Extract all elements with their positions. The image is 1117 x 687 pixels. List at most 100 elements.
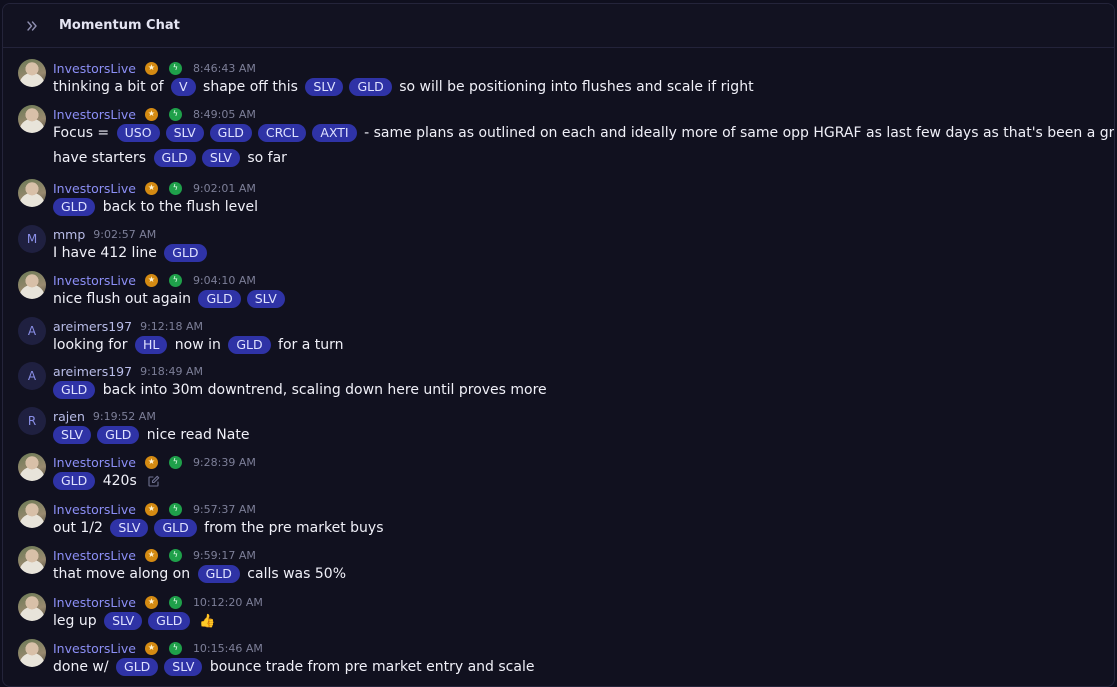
text-segment: nice read Nate bbox=[142, 427, 250, 443]
message-text: GLD back to the flush level bbox=[53, 196, 258, 218]
text-segment: have starters bbox=[53, 150, 151, 166]
star-badge-icon: ★ bbox=[144, 641, 158, 655]
chevrons-right-icon[interactable] bbox=[22, 16, 42, 36]
ticker-tag[interactable]: GLD bbox=[349, 78, 392, 96]
ticker-tag[interactable]: GLD bbox=[164, 244, 207, 262]
text-segment: so will be positioning into flushes and … bbox=[394, 79, 754, 95]
bolt-badge-icon: ϟ bbox=[168, 107, 182, 121]
bolt-badge-icon: ϟ bbox=[168, 181, 182, 195]
message-meta: InvestorsLive ★ ϟ 9:28:39 AM bbox=[53, 453, 256, 471]
ticker-tag[interactable]: V bbox=[171, 78, 196, 96]
text-segment: from the pre market buys bbox=[199, 520, 384, 536]
avatar[interactable] bbox=[18, 59, 46, 87]
ticker-tag[interactable]: AXTI bbox=[312, 124, 357, 142]
ticker-tag[interactable]: GLD bbox=[97, 426, 140, 444]
ticker-tag[interactable]: GLD bbox=[53, 472, 96, 490]
ticker-tag[interactable]: USO bbox=[116, 124, 160, 142]
avatar[interactable] bbox=[18, 593, 46, 621]
message-list[interactable]: InvestorsLive ★ ϟ 8:46:43 AM thinking a bit … bbox=[3, 48, 1114, 686]
ticker-tag[interactable]: GLD bbox=[154, 519, 197, 537]
ticker-tag[interactable]: GLD bbox=[228, 336, 271, 354]
username[interactable]: InvestorsLive bbox=[53, 107, 136, 122]
message-meta: InvestorsLive ★ ϟ 8:46:43 AM bbox=[53, 59, 256, 77]
username[interactable]: areimers197 bbox=[53, 319, 132, 334]
chat-header: Momentum Chat bbox=[3, 4, 1114, 48]
thumbs-up-icon: 👍 bbox=[199, 613, 216, 629]
message-meta: InvestorsLive ★ ϟ 9:04:10 AM bbox=[53, 271, 256, 289]
edit-icon[interactable] bbox=[147, 474, 161, 488]
avatar[interactable]: A bbox=[18, 362, 46, 390]
username[interactable]: InvestorsLive bbox=[53, 455, 136, 470]
username[interactable]: InvestorsLive bbox=[53, 181, 136, 196]
avatar[interactable]: R bbox=[18, 407, 46, 435]
username[interactable]: InvestorsLive bbox=[53, 273, 136, 288]
username[interactable]: mmp bbox=[53, 227, 85, 242]
message-text: done w/ GLD SLV bounce trade from pre mar… bbox=[53, 656, 534, 678]
ticker-tag[interactable]: HL bbox=[134, 336, 168, 354]
star-badge-icon: ★ bbox=[144, 455, 158, 469]
username[interactable]: rajen bbox=[53, 409, 85, 424]
ticker-tag[interactable]: SLV bbox=[104, 612, 143, 630]
bolt-badge-icon: ϟ bbox=[168, 61, 182, 75]
ticker-tag[interactable]: GLD bbox=[148, 612, 191, 630]
avatar[interactable] bbox=[18, 639, 46, 667]
star-badge-icon: ★ bbox=[144, 181, 158, 195]
ticker-tag[interactable]: GLD bbox=[53, 198, 96, 216]
username[interactable]: InvestorsLive bbox=[53, 502, 136, 517]
text-segment: that move along on bbox=[53, 566, 195, 582]
ticker-tag[interactable]: SLV bbox=[165, 124, 204, 142]
ticker-tag[interactable]: GLD bbox=[153, 149, 196, 167]
bolt-badge-icon: ϟ bbox=[168, 502, 182, 516]
chat-panel: Momentum Chat InvestorsLive ★ ϟ 8:46:43 AM t… bbox=[2, 3, 1115, 687]
username[interactable]: InvestorsLive bbox=[53, 548, 136, 563]
message-meta: areimers197 9:12:18 AM bbox=[53, 317, 203, 335]
avatar[interactable] bbox=[18, 271, 46, 299]
avatar[interactable]: A bbox=[18, 317, 46, 345]
message-text: SLV GLD nice read Nate bbox=[53, 424, 249, 446]
avatar[interactable] bbox=[18, 453, 46, 481]
message-meta: InvestorsLive ★ ϟ 8:49:05 AM bbox=[53, 105, 256, 123]
text-segment: calls was 50% bbox=[242, 566, 346, 582]
avatar[interactable] bbox=[18, 179, 46, 207]
username[interactable]: InvestorsLive bbox=[53, 641, 136, 656]
ticker-tag[interactable]: SLV bbox=[201, 149, 240, 167]
ticker-tag[interactable]: GLD bbox=[198, 290, 241, 308]
message-meta: InvestorsLive ★ ϟ 10:15:46 AM bbox=[53, 639, 263, 657]
ticker-tag[interactable]: SLV bbox=[305, 78, 344, 96]
message-text: have starters GLD SLV so far bbox=[53, 147, 287, 169]
text-segment: so far bbox=[242, 150, 287, 166]
ticker-tag[interactable]: SLV bbox=[164, 658, 203, 676]
bolt-badge-icon: ϟ bbox=[168, 455, 182, 469]
timestamp: 8:49:05 AM bbox=[192, 107, 256, 121]
ticker-tag[interactable]: GLD bbox=[197, 565, 240, 583]
message-meta: InvestorsLive ★ ϟ 9:59:17 AM bbox=[53, 546, 256, 564]
message-meta: mmp 9:02:57 AM bbox=[53, 225, 156, 243]
ticker-tag[interactable]: SLV bbox=[53, 426, 92, 444]
timestamp: 10:15:46 AM bbox=[192, 641, 263, 655]
timestamp: 10:12:20 AM bbox=[192, 595, 263, 609]
text-segment: for a turn bbox=[273, 337, 344, 353]
text-segment: bounce trade from pre market entry and s… bbox=[205, 659, 535, 675]
avatar[interactable] bbox=[18, 500, 46, 528]
ticker-tag[interactable]: GLD bbox=[53, 381, 96, 399]
username[interactable]: areimers197 bbox=[53, 364, 132, 379]
timestamp: 9:19:52 AM bbox=[92, 409, 156, 423]
message-text: nice flush out again GLD SLV bbox=[53, 288, 288, 310]
timestamp: 9:12:18 AM bbox=[140, 319, 203, 333]
ticker-tag[interactable]: GLD bbox=[116, 658, 159, 676]
bolt-badge-icon: ϟ bbox=[168, 641, 182, 655]
chat-title: Momentum Chat bbox=[59, 18, 180, 33]
ticker-tag[interactable]: SLV bbox=[110, 519, 149, 537]
avatar[interactable]: M bbox=[18, 225, 46, 253]
ticker-tag[interactable]: GLD bbox=[209, 124, 252, 142]
ticker-tag[interactable]: CRCL bbox=[257, 124, 307, 142]
avatar[interactable] bbox=[18, 546, 46, 574]
timestamp: 9:02:01 AM bbox=[192, 181, 256, 195]
username[interactable]: InvestorsLive bbox=[53, 61, 136, 76]
bolt-badge-icon: ϟ bbox=[168, 273, 182, 287]
ticker-tag[interactable]: SLV bbox=[246, 290, 285, 308]
avatar[interactable] bbox=[18, 105, 46, 133]
username[interactable]: InvestorsLive bbox=[53, 595, 136, 610]
text-segment: I have 412 line bbox=[53, 245, 162, 261]
message-text: looking for HL now in GLD for a turn bbox=[53, 334, 344, 356]
